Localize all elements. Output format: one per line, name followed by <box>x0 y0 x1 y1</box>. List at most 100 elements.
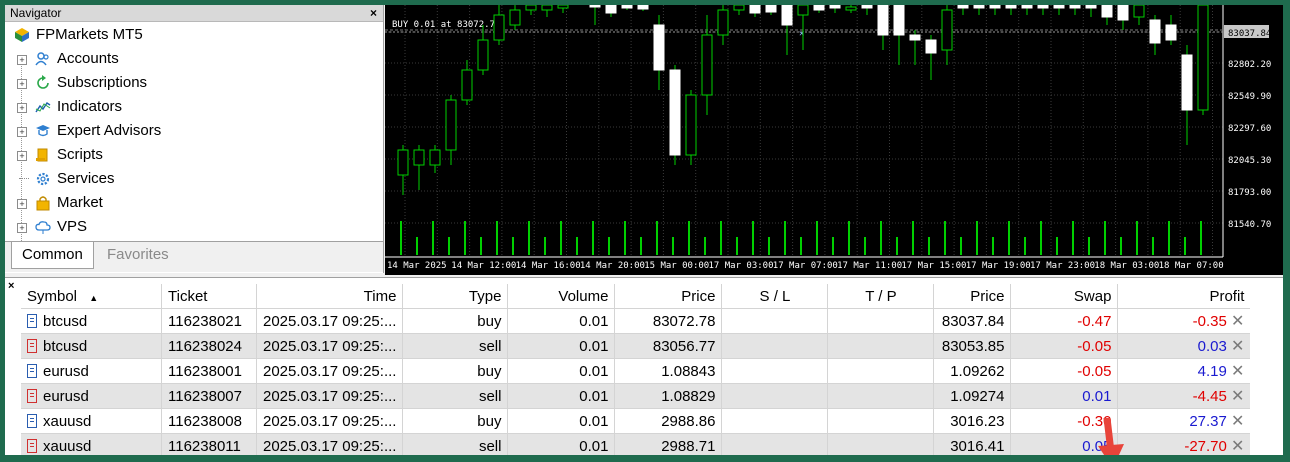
bearish-candle <box>1085 5 1097 9</box>
cell-tp[interactable] <box>827 358 935 384</box>
table-row[interactable]: btcusd 116238024 2025.03.17 09:25:... sell 0… <box>21 333 1251 359</box>
bearish-candle <box>1165 24 1177 41</box>
tree-item-expert-advisors[interactable]: + Expert Advisors <box>5 119 383 143</box>
cell-ticket: 116238024 <box>161 333 257 359</box>
cell-time: 2025.03.17 09:25:... <box>256 408 404 434</box>
bearish-candle <box>1181 54 1193 111</box>
sell-position-icon <box>27 388 37 403</box>
tree-item-indicators[interactable]: + Indicators <box>5 95 383 119</box>
bearish-candle <box>973 5 985 9</box>
col-ticket[interactable]: Ticket <box>161 284 257 309</box>
expand-icon[interactable]: + <box>17 223 27 233</box>
cell-open-price: 2988.86 <box>614 408 723 434</box>
expand-icon[interactable]: + <box>17 79 27 89</box>
price-chart[interactable]: 83037.84 82802.20 82549.90 82297.60 82045.30… <box>385 5 1283 275</box>
bearish-candle <box>893 5 905 36</box>
cell-price: 83037.84 <box>933 308 1012 334</box>
col-price[interactable]: Price <box>933 284 1012 309</box>
table-row[interactable]: xauusd 116238008 2025.03.17 09:25:... buy 0.… <box>21 408 1251 434</box>
col-swap[interactable]: Swap <box>1010 284 1119 309</box>
cell-sl[interactable] <box>721 333 829 359</box>
cell-tp[interactable] <box>827 383 935 409</box>
col-type[interactable]: Type <box>402 284 509 309</box>
expert-advisors-icon <box>36 125 50 137</box>
navigator-close-button[interactable]: × <box>370 5 377 21</box>
cell-price: 1.09262 <box>933 358 1012 384</box>
toolbox-close-button[interactable]: × <box>8 280 14 292</box>
bearish-candle <box>605 5 617 14</box>
cell-open-price: 1.08843 <box>614 358 723 384</box>
cell-tp[interactable] <box>827 433 935 455</box>
col-time[interactable]: Time <box>256 284 404 309</box>
expand-icon[interactable]: + <box>17 103 27 113</box>
tree-item-market[interactable]: + Market <box>5 191 383 215</box>
cell-time: 2025.03.17 09:25:... <box>256 333 404 359</box>
cell-tp[interactable] <box>827 308 935 334</box>
close-position-icon[interactable]: ✕ <box>1231 363 1244 380</box>
col-tp[interactable]: T / P <box>827 284 935 309</box>
tab-common[interactable]: Common <box>11 242 94 269</box>
cell-tp[interactable] <box>827 333 935 359</box>
time-label: 17 Mar 15:00 <box>901 261 966 271</box>
bullish-candle <box>733 5 745 11</box>
navigator-tabs: Common Favorites <box>5 241 383 272</box>
cell-sl[interactable] <box>721 358 829 384</box>
expand-icon[interactable]: + <box>17 55 27 65</box>
cell-sl[interactable] <box>721 433 829 455</box>
cell-sl[interactable] <box>721 308 829 334</box>
table-row[interactable]: btcusd 116238021 2025.03.17 09:25:... buy 0.… <box>21 308 1251 334</box>
bearish-candle <box>1005 5 1017 9</box>
close-position-icon[interactable]: ✕ <box>1231 313 1244 330</box>
cell-sl[interactable] <box>721 408 829 434</box>
tree-item-vps[interactable]: + VPS <box>5 215 383 239</box>
buy-position-icon <box>27 363 37 378</box>
close-position-icon[interactable]: ✕ <box>1231 438 1244 455</box>
tree-root-fpmarkets[interactable]: FPMarkets MT5 <box>5 23 383 47</box>
bearish-candle <box>829 5 841 9</box>
tree-item-scripts[interactable]: + Scripts <box>5 143 383 167</box>
bullish-candle <box>557 5 569 9</box>
time-label: 17 Mar 19:00 <box>966 261 1031 271</box>
table-row[interactable]: xauusd 116238011 2025.03.17 09:25:... sell 0… <box>21 433 1251 455</box>
cell-profit: 0.03 ✕ <box>1117 333 1251 359</box>
bullish-candle <box>717 9 729 36</box>
table-row[interactable]: eurusd 116238001 2025.03.17 09:25:... buy 0.… <box>21 358 1251 384</box>
terminal-window: Navigator × FPMarkets MT5 + Accounts + S… <box>5 5 1283 455</box>
close-position-icon[interactable]: ✕ <box>1231 413 1244 430</box>
tree-item-services[interactable]: Services <box>5 167 383 191</box>
close-position-icon[interactable]: ✕ <box>1231 388 1244 405</box>
tree-item-label: Scripts <box>57 146 103 163</box>
bullish-candle <box>413 149 425 166</box>
time-label: 18 Mar 03:00 <box>1094 261 1159 271</box>
tab-favorites[interactable]: Favorites <box>97 242 179 268</box>
cell-volume: 0.01 <box>507 333 616 359</box>
cell-profit: 27.37 ✕ <box>1117 408 1251 434</box>
col-open-price[interactable]: Price <box>614 284 723 309</box>
scripts-icon <box>36 148 48 162</box>
col-sl[interactable]: S / L <box>721 284 829 309</box>
cell-volume: 0.01 <box>507 408 616 434</box>
accounts-icon <box>35 52 49 66</box>
close-position-icon[interactable]: ✕ <box>1231 338 1244 355</box>
broker-logo-icon <box>15 28 29 42</box>
cell-type: buy <box>402 358 509 384</box>
price-level-label: 82549.90 <box>1228 92 1271 102</box>
tree-item-accounts[interactable]: + Accounts <box>5 47 383 71</box>
tree-item-subscriptions[interactable]: + Subscriptions <box>5 71 383 95</box>
time-label: 17 Mar 23:00 <box>1030 261 1095 271</box>
cell-sl[interactable] <box>721 383 829 409</box>
col-profit[interactable]: Profit <box>1117 284 1251 309</box>
expand-icon[interactable]: + <box>17 127 27 137</box>
trade-marker-icon: ✕ <box>799 29 804 39</box>
expand-icon[interactable]: + <box>17 199 27 209</box>
cell-time: 2025.03.17 09:25:... <box>256 433 404 455</box>
bearish-candle <box>909 34 921 41</box>
tree-connector <box>19 178 29 179</box>
bullish-candle <box>685 94 697 156</box>
cell-tp[interactable] <box>827 408 935 434</box>
col-volume[interactable]: Volume <box>507 284 616 309</box>
cell-price: 3016.23 <box>933 408 1012 434</box>
expand-icon[interactable]: + <box>17 151 27 161</box>
col-symbol[interactable]: Symbol ▲ <box>21 284 162 309</box>
table-row[interactable]: eurusd 116238007 2025.03.17 09:25:... sell 0… <box>21 383 1251 409</box>
